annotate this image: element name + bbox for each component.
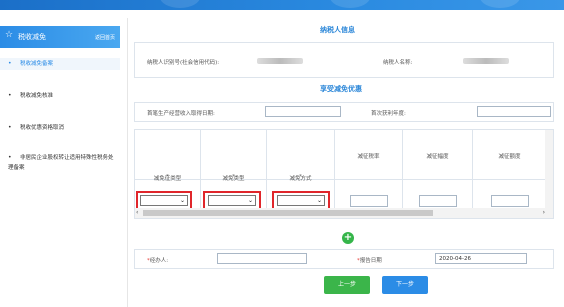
taxpayer-id-label: 纳税人识别号(社会信用代码): <box>147 60 220 66</box>
banner-decoration <box>330 0 370 8</box>
sidebar-header: ☆ 税收减免 返回首页 <box>0 26 120 48</box>
bullet-icon: • <box>8 124 12 131</box>
report-date-label: *报告日期 <box>357 258 382 264</box>
reduction-table: * 减免征类型 * 减免类型 * 减免方式 减征税率 减征幅度 减征额度 ⌄ ⌄ ⌄ … <box>134 129 554 219</box>
first-profit-year-input[interactable] <box>477 106 551 117</box>
reduction-method-select[interactable]: ⌄ <box>277 195 325 206</box>
column-header: 减征额度 <box>473 130 547 180</box>
prev-button[interactable]: 上一步 <box>324 276 370 294</box>
sidebar-item-tax-reduction-filing[interactable]: • 税收减免备案 <box>0 58 120 70</box>
add-row-icon[interactable]: + <box>342 232 354 244</box>
bullet-icon: • <box>8 60 12 67</box>
reduction-range-input[interactable] <box>419 195 457 207</box>
reduction-rate-input[interactable] <box>350 195 388 207</box>
next-button[interactable]: 下一步 <box>382 276 428 294</box>
column-header: 减征幅度 <box>403 130 473 180</box>
first-income-date-input[interactable] <box>265 106 341 117</box>
taxpayer-name-value-masked <box>463 58 509 64</box>
chevron-down-icon: ⌄ <box>316 197 322 204</box>
agent-label: *经办人: <box>147 258 169 264</box>
scroll-right-icon[interactable]: › <box>543 209 545 216</box>
signature-row: *经办人: *报告日期 2020-04-26 <box>134 249 554 269</box>
benefit-section-title: 享受减免优惠 <box>320 85 362 93</box>
first-profit-year-label: 首次获利年度: <box>371 111 406 117</box>
taxpayer-section-title: 纳税人信息 <box>320 26 355 34</box>
star-icon: ☆ <box>5 30 14 40</box>
chevron-down-icon: ⌄ <box>179 197 185 204</box>
taxpayer-name-label: 纳税人名称: <box>383 60 413 66</box>
sidebar-item-equity-transfer-filing[interactable]: • 非居民企业股权转让适用特殊性税务处理备案 <box>0 152 120 174</box>
top-banner <box>0 0 564 10</box>
main-panel: 纳税人信息 纳税人识别号(社会信用代码): 纳税人名称: 享受减免优惠 首笔生产… <box>128 18 564 307</box>
scroll-left-icon[interactable]: ‹ <box>136 209 138 216</box>
vertical-scrollbar[interactable] <box>545 130 553 210</box>
chevron-down-icon: ⌄ <box>247 197 253 204</box>
taxpayer-info-row: 纳税人识别号(社会信用代码): 纳税人名称: <box>134 42 554 78</box>
sidebar-title: 税收减免 <box>18 33 46 41</box>
horizontal-scrollbar[interactable]: ‹ › <box>135 208 553 218</box>
bullet-icon: • <box>8 92 12 99</box>
sidebar: ☆ 税收减免 返回首页 • 税收减免备案 • 税收减免核准 • 税收优惠资格取消… <box>0 18 128 307</box>
report-date-input[interactable]: 2020-04-26 <box>435 253 527 264</box>
home-link[interactable]: 返回首页 <box>95 34 115 41</box>
reduction-category-select[interactable]: ⌄ <box>140 195 188 206</box>
reduction-type-select[interactable]: ⌄ <box>208 195 256 206</box>
column-header: * 减免征类型 <box>135 130 201 182</box>
taxpayer-id-value-masked <box>257 58 303 64</box>
banner-decoration <box>480 0 520 8</box>
benefit-date-row: 首笔生产经营收入取得日期: 首次获利年度: <box>134 102 554 122</box>
sidebar-item-qualification-cancel[interactable]: • 税收优惠资格取消 <box>0 122 120 134</box>
agent-input[interactable] <box>217 253 307 264</box>
sidebar-item-tax-reduction-approval[interactable]: • 税收减免核准 <box>0 90 120 102</box>
column-header: * 减免类型 <box>201 130 267 182</box>
reduction-amount-input[interactable] <box>491 195 529 207</box>
scrollbar-thumb[interactable] <box>143 210 433 216</box>
report-date-value: 2020-04-26 <box>439 256 471 262</box>
column-header: * 减免方式 <box>267 130 335 182</box>
banner-decoration <box>160 0 200 8</box>
first-income-date-label: 首笔生产经营收入取得日期: <box>147 111 215 117</box>
column-header: 减征税率 <box>335 130 403 180</box>
